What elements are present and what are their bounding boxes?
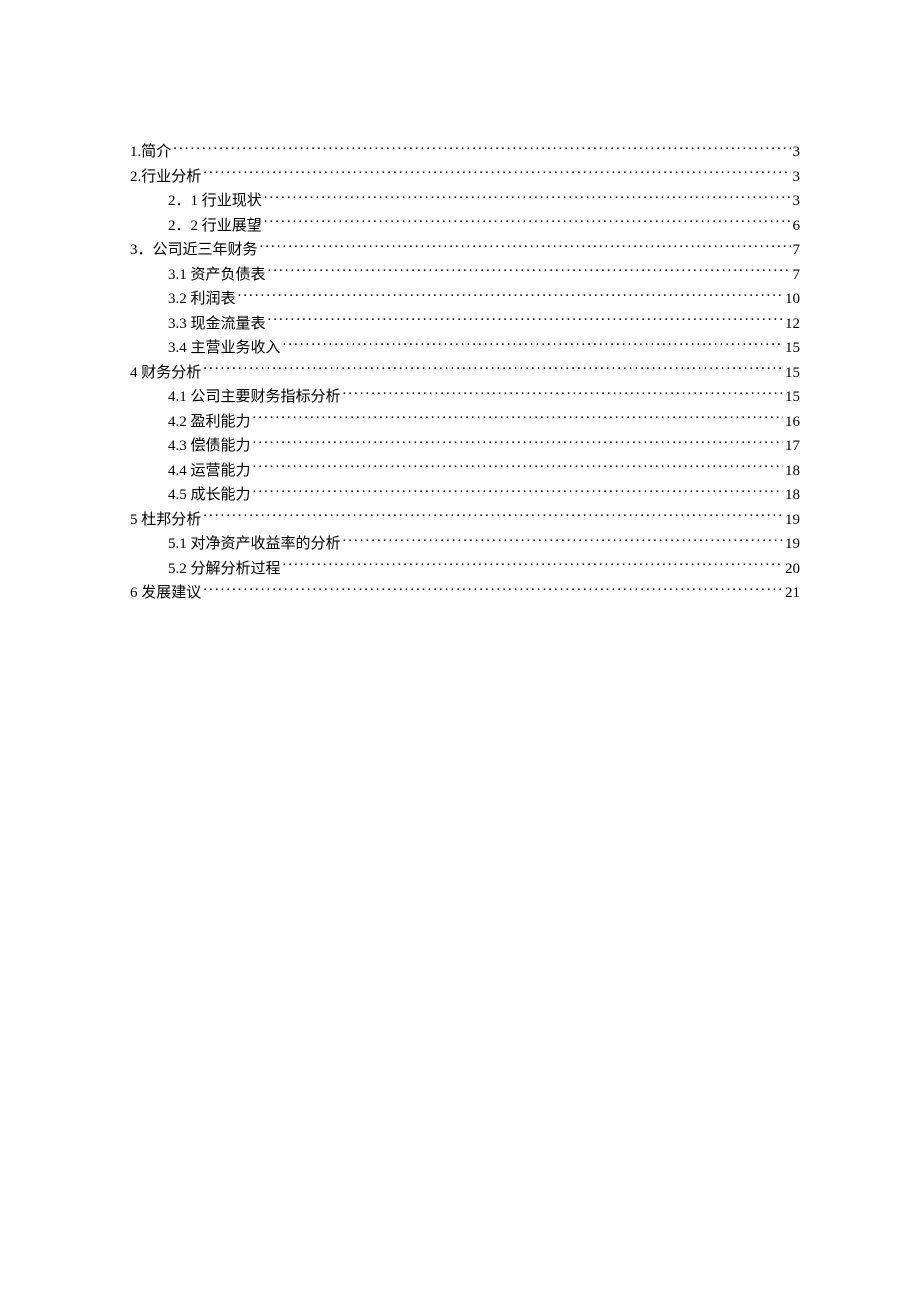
toc-page-number: 7 xyxy=(793,263,801,288)
toc-leader-dots xyxy=(203,582,783,597)
toc-entry[interactable]: 4.2 盈利能力 16 xyxy=(130,410,800,435)
toc-label: 2．1 行业现状 xyxy=(168,189,262,214)
toc-label: 5.2 分解分析过程 xyxy=(168,557,281,582)
toc-page-number: 17 xyxy=(785,434,800,459)
toc-label: 5.1 对净资产收益率的分析 xyxy=(168,532,341,557)
toc-label: 4.1 公司主要财务指标分析 xyxy=(168,385,341,410)
toc-page-number: 18 xyxy=(785,459,800,484)
toc-label: 3.1 资产负债表 xyxy=(168,263,266,288)
toc-leader-dots xyxy=(264,215,791,230)
toc-entry[interactable]: 3.3 现金流量表 12 xyxy=(130,312,800,337)
page-container: 1.简介 3 2.行业分析 3 2．1 行业现状 3 2．2 行业展望 6 3．公司近三年财务 7… xyxy=(0,0,920,606)
toc-page-number: 7 xyxy=(793,238,801,263)
table-of-contents: 1.简介 3 2.行业分析 3 2．1 行业现状 3 2．2 行业展望 6 3．公司近三年财务 7… xyxy=(130,140,800,606)
toc-leader-dots xyxy=(203,362,783,377)
toc-page-number: 20 xyxy=(785,557,800,582)
toc-entry[interactable]: 4.4 运营能力 18 xyxy=(130,459,800,484)
toc-page-number: 12 xyxy=(785,312,800,337)
toc-leader-dots xyxy=(260,239,791,254)
toc-entry[interactable]: 5.1 对净资产收益率的分析 19 xyxy=(130,532,800,557)
toc-label: 3.4 主营业务收入 xyxy=(168,336,281,361)
toc-label: 6 发展建议 xyxy=(130,581,201,606)
toc-leader-dots xyxy=(253,435,783,450)
toc-leader-dots xyxy=(343,533,783,548)
toc-page-number: 18 xyxy=(785,483,800,508)
toc-leader-dots xyxy=(238,288,783,303)
toc-page-number: 3 xyxy=(793,165,801,190)
toc-entry[interactable]: 2．2 行业展望 6 xyxy=(130,214,800,239)
toc-entry[interactable]: 4.3 偿债能力 17 xyxy=(130,434,800,459)
toc-page-number: 15 xyxy=(785,336,800,361)
toc-leader-dots xyxy=(283,337,783,352)
toc-leader-dots xyxy=(173,141,790,156)
toc-entry[interactable]: 1.简介 3 xyxy=(130,140,800,165)
toc-entry[interactable]: 4.5 成长能力 18 xyxy=(130,483,800,508)
toc-leader-dots xyxy=(283,558,783,573)
toc-label: 4 财务分析 xyxy=(130,361,201,386)
toc-entry[interactable]: 3.1 资产负债表 7 xyxy=(130,263,800,288)
toc-entry[interactable]: 2．1 行业现状 3 xyxy=(130,189,800,214)
toc-label: 3．公司近三年财务 xyxy=(130,238,258,263)
toc-entry[interactable]: 6 发展建议 21 xyxy=(130,581,800,606)
toc-label: 1.简介 xyxy=(130,140,171,165)
toc-leader-dots xyxy=(253,460,783,475)
toc-page-number: 19 xyxy=(785,532,800,557)
toc-leader-dots xyxy=(203,166,790,181)
toc-page-number: 3 xyxy=(793,189,801,214)
toc-page-number: 16 xyxy=(785,410,800,435)
toc-page-number: 3 xyxy=(793,140,801,165)
toc-label: 3.2 利润表 xyxy=(168,287,236,312)
toc-entry[interactable]: 2.行业分析 3 xyxy=(130,165,800,190)
toc-label: 4.5 成长能力 xyxy=(168,483,251,508)
toc-label: 4.4 运营能力 xyxy=(168,459,251,484)
toc-entry[interactable]: 3．公司近三年财务 7 xyxy=(130,238,800,263)
toc-entry[interactable]: 3.2 利润表 10 xyxy=(130,287,800,312)
toc-label: 3.3 现金流量表 xyxy=(168,312,266,337)
toc-entry[interactable]: 4.1 公司主要财务指标分析 15 xyxy=(130,385,800,410)
toc-page-number: 15 xyxy=(785,385,800,410)
toc-label: 4.3 偿债能力 xyxy=(168,434,251,459)
toc-page-number: 6 xyxy=(793,214,801,239)
toc-label: 2.行业分析 xyxy=(130,165,201,190)
toc-entry[interactable]: 4 财务分析 15 xyxy=(130,361,800,386)
toc-leader-dots xyxy=(253,411,783,426)
toc-page-number: 15 xyxy=(785,361,800,386)
toc-label: 2．2 行业展望 xyxy=(168,214,262,239)
toc-leader-dots xyxy=(343,386,783,401)
toc-entry[interactable]: 3.4 主营业务收入 15 xyxy=(130,336,800,361)
toc-leader-dots xyxy=(268,313,783,328)
toc-leader-dots xyxy=(264,190,791,205)
toc-page-number: 19 xyxy=(785,508,800,533)
toc-leader-dots xyxy=(253,484,783,499)
toc-leader-dots xyxy=(203,509,783,524)
toc-label: 4.2 盈利能力 xyxy=(168,410,251,435)
toc-page-number: 21 xyxy=(785,581,800,606)
toc-page-number: 10 xyxy=(785,287,800,312)
toc-entry[interactable]: 5 杜邦分析 19 xyxy=(130,508,800,533)
toc-entry[interactable]: 5.2 分解分析过程 20 xyxy=(130,557,800,582)
toc-leader-dots xyxy=(268,264,791,279)
toc-label: 5 杜邦分析 xyxy=(130,508,201,533)
